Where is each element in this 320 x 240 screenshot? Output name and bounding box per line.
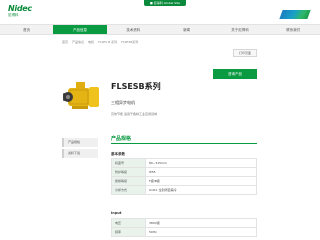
inquiry-button[interactable]: 咨询产品 [213,69,257,79]
terminal-box [76,82,85,89]
breadcrumb-item[interactable]: 产品信息 [72,40,84,44]
side-item-specs[interactable]: 产品规格 [62,138,98,147]
table-row: 电压 380V级 [111,218,257,228]
spec-value: F级/B级 [145,176,257,186]
spec-key: 冷却方式 [111,185,146,195]
spec-value: 50Hz [145,227,257,237]
spec-value: IC411 全封闭自扇冷 [145,185,257,195]
product-subtitle: 三相异步电机 [111,100,135,105]
spec-group-title: 基本参数 [111,152,125,156]
motor-shaft [66,95,70,99]
side-item-downloads[interactable]: 资料下载 [62,149,98,158]
spec-key: 电压 [111,218,146,228]
main-nav: 首页 产品信息 技术资料 新闻 关于尼得科 联系我们 [0,24,320,35]
spec-key: 防护等级 [111,167,146,177]
breadcrumb-item[interactable]: 电机 [88,40,94,44]
nav-item-tech[interactable]: 技术资料 [107,25,160,34]
motor-feet [72,106,88,109]
nav-item-news[interactable]: 新闻 [160,25,213,34]
nav-item-products[interactable]: 产品信息 [53,25,107,34]
table-row: 防护等级 IP55 [111,167,257,177]
section-divider [111,143,257,144]
spec-value: IP55 [145,167,257,177]
brand-stripe [279,10,311,19]
spec-key: 绝缘等级 [111,176,146,186]
product-description: 高效节能 适用于各种工业应用领域 [111,112,157,116]
logo-mark: Nidec [8,4,32,13]
breadcrumb-item[interactable]: 首页 [62,40,68,44]
nidec-logo[interactable]: Nidec 尼得科 [8,4,32,19]
specs-section-title: 产品规格 [111,136,132,142]
logo-sub: 尼得科 [8,13,19,17]
motor-product-image [63,82,99,109]
spec-value: 80~315mm [145,158,257,168]
product-page: Nidec 尼得科 ■ 尼得科 Global Site 首页 产品信息 技术资料… [0,0,320,240]
breadcrumb: 首页 产品信息 电机 FLSES B 系列 FLSESB系列 [62,40,138,44]
breadcrumb-current: FLSESB系列 [121,40,139,44]
spec-value: 380V级 [145,218,257,228]
spec-key: 频率 [111,227,146,237]
nav-item-contact[interactable]: 联系我们 [267,25,320,34]
nav-item-about[interactable]: 关于尼得科 [213,25,266,34]
table-row: 冷却方式 IC411 全封闭自扇冷 [111,185,257,195]
breadcrumb-item[interactable]: FLSES B 系列 [98,40,117,44]
spec-group-title: Input [111,211,122,215]
spec-table-input: 电压 380V级 频率 50Hz [111,218,257,237]
nav-item-home[interactable]: 首页 [0,25,53,34]
print-page-button[interactable]: 打印页面 [233,49,257,57]
table-row: 频率 50Hz [111,227,257,237]
table-row: 绝缘等级 F级/B级 [111,176,257,186]
spec-key: 机座号 [111,158,146,168]
side-menu: 产品规格 资料下载 [62,138,98,160]
global-site-link[interactable]: ■ 尼得科 Global Site [144,0,186,6]
table-row: 机座号 80~315mm [111,158,257,168]
product-title: FLSESB系列 [111,82,161,91]
spec-table-basic: 机座号 80~315mm 防护等级 IP55 绝缘等级 F级/B级 冷却方式 I… [111,158,257,195]
motor-end-cap [89,87,99,107]
